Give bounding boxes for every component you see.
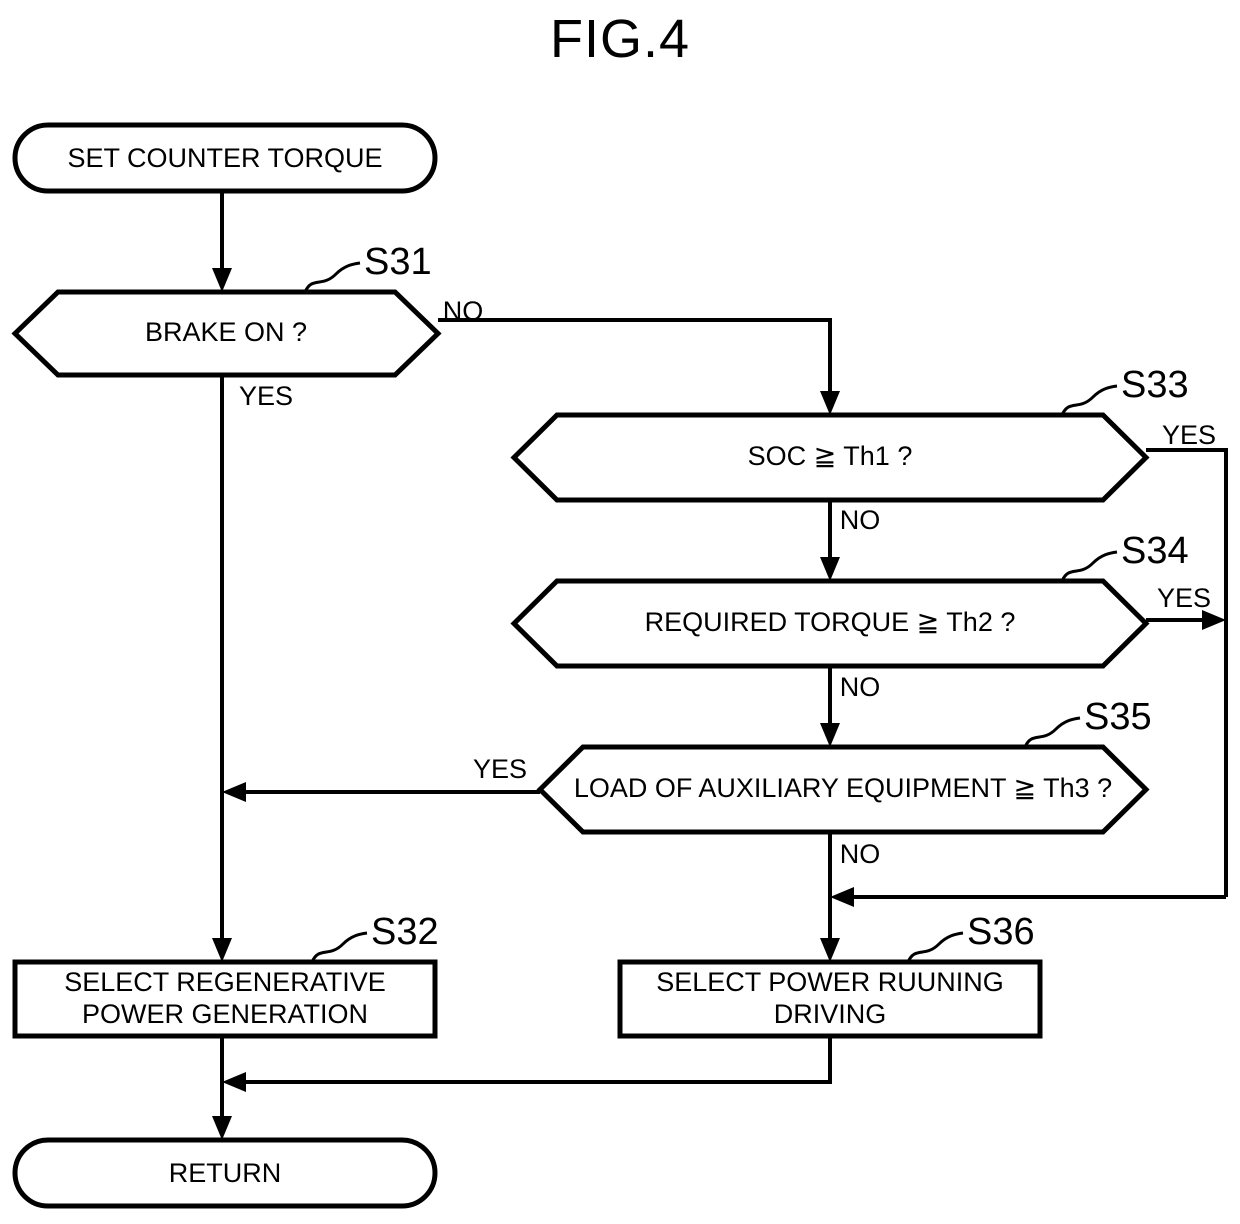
- branch-label-s33-no: NO: [840, 505, 881, 535]
- node-s33[interactable]: SOC ≧ Th1 ?: [510, 412, 1150, 503]
- branch-label-s35-no: NO: [840, 839, 881, 869]
- step-ref-s31: S31: [303, 241, 432, 293]
- step-ref-s35-label: S35: [1084, 696, 1152, 738]
- step-ref-s32-label: S32: [371, 911, 439, 953]
- connector-start-to-s31: [212, 190, 232, 292]
- s36-process-label-line1: SELECT POWER RUUNING: [656, 967, 1004, 997]
- branch-label-s31-no: NO: [443, 296, 484, 326]
- s32-process-label-line2: POWER GENERATION: [82, 999, 368, 1029]
- connector-s32-to-return: [212, 1036, 232, 1140]
- step-ref-s32: S32: [310, 911, 439, 963]
- s36-process-label-line2: DRIVING: [774, 999, 887, 1029]
- branch-label-s35-yes: YES: [473, 754, 527, 784]
- s32-process-label-line1: SELECT REGENERATIVE: [64, 967, 386, 997]
- end-terminal-label: RETURN: [169, 1158, 282, 1188]
- node-s32[interactable]: SELECT REGENERATIVE POWER GENERATION: [12, 959, 438, 1039]
- step-ref-s36: S36: [906, 911, 1035, 963]
- s31-decision-label: BRAKE ON ?: [145, 317, 307, 347]
- node-s34[interactable]: REQUIRED TORQUE ≧ Th2 ?: [510, 578, 1150, 669]
- node-s35[interactable]: LOAD OF AUXILIARY EQUIPMENT ≧ Th3 ?: [536, 744, 1150, 835]
- step-ref-s34-label: S34: [1121, 530, 1189, 572]
- connector-s33-yes-to-rail: [1146, 448, 1228, 897]
- step-ref-s33: S33: [1060, 364, 1189, 416]
- step-ref-s33-label: S33: [1121, 364, 1189, 406]
- connector-s34-no-to-s35: [820, 666, 840, 747]
- connector-s31-yes-to-s32: [212, 375, 232, 962]
- step-ref-s31-label: S31: [364, 241, 432, 283]
- figure-canvas: FIG.4 SET COUNTER TORQUE BRAKE ON ? SOC …: [0, 0, 1240, 1224]
- connector-s31-no-to-s33: [438, 318, 840, 415]
- step-ref-s35: S35: [1023, 696, 1152, 748]
- step-ref-s34: S34: [1060, 530, 1189, 582]
- s35-decision-label: LOAD OF AUXILIARY EQUIPMENT ≧ Th3 ?: [574, 773, 1112, 803]
- connector-s36-to-return: [222, 1036, 832, 1092]
- s34-decision-label: REQUIRED TORQUE ≧ Th2 ?: [645, 607, 1016, 637]
- connector-rail-merge-to-s36: [830, 887, 1226, 907]
- node-s31[interactable]: BRAKE ON ?: [11, 289, 442, 378]
- branch-label-s33-yes: YES: [1162, 420, 1216, 450]
- branch-label-s34-yes: YES: [1157, 583, 1211, 613]
- connector-s33-no-to-s34: [820, 500, 840, 581]
- s33-decision-label: SOC ≧ Th1 ?: [748, 441, 913, 471]
- branch-label-s34-no: NO: [840, 672, 881, 702]
- node-start[interactable]: SET COUNTER TORQUE: [12, 122, 438, 194]
- node-end[interactable]: RETURN: [12, 1137, 438, 1209]
- step-ref-s36-label: S36: [967, 911, 1035, 953]
- flowchart-svg: SET COUNTER TORQUE BRAKE ON ? SOC ≧ Th1 …: [11, 122, 1228, 1209]
- connector-s35-yes-to-main: [222, 782, 540, 802]
- node-s36[interactable]: SELECT POWER RUUNING DRIVING: [617, 959, 1043, 1039]
- start-terminal-label: SET COUNTER TORQUE: [67, 143, 382, 173]
- branch-label-s31-yes: YES: [239, 381, 293, 411]
